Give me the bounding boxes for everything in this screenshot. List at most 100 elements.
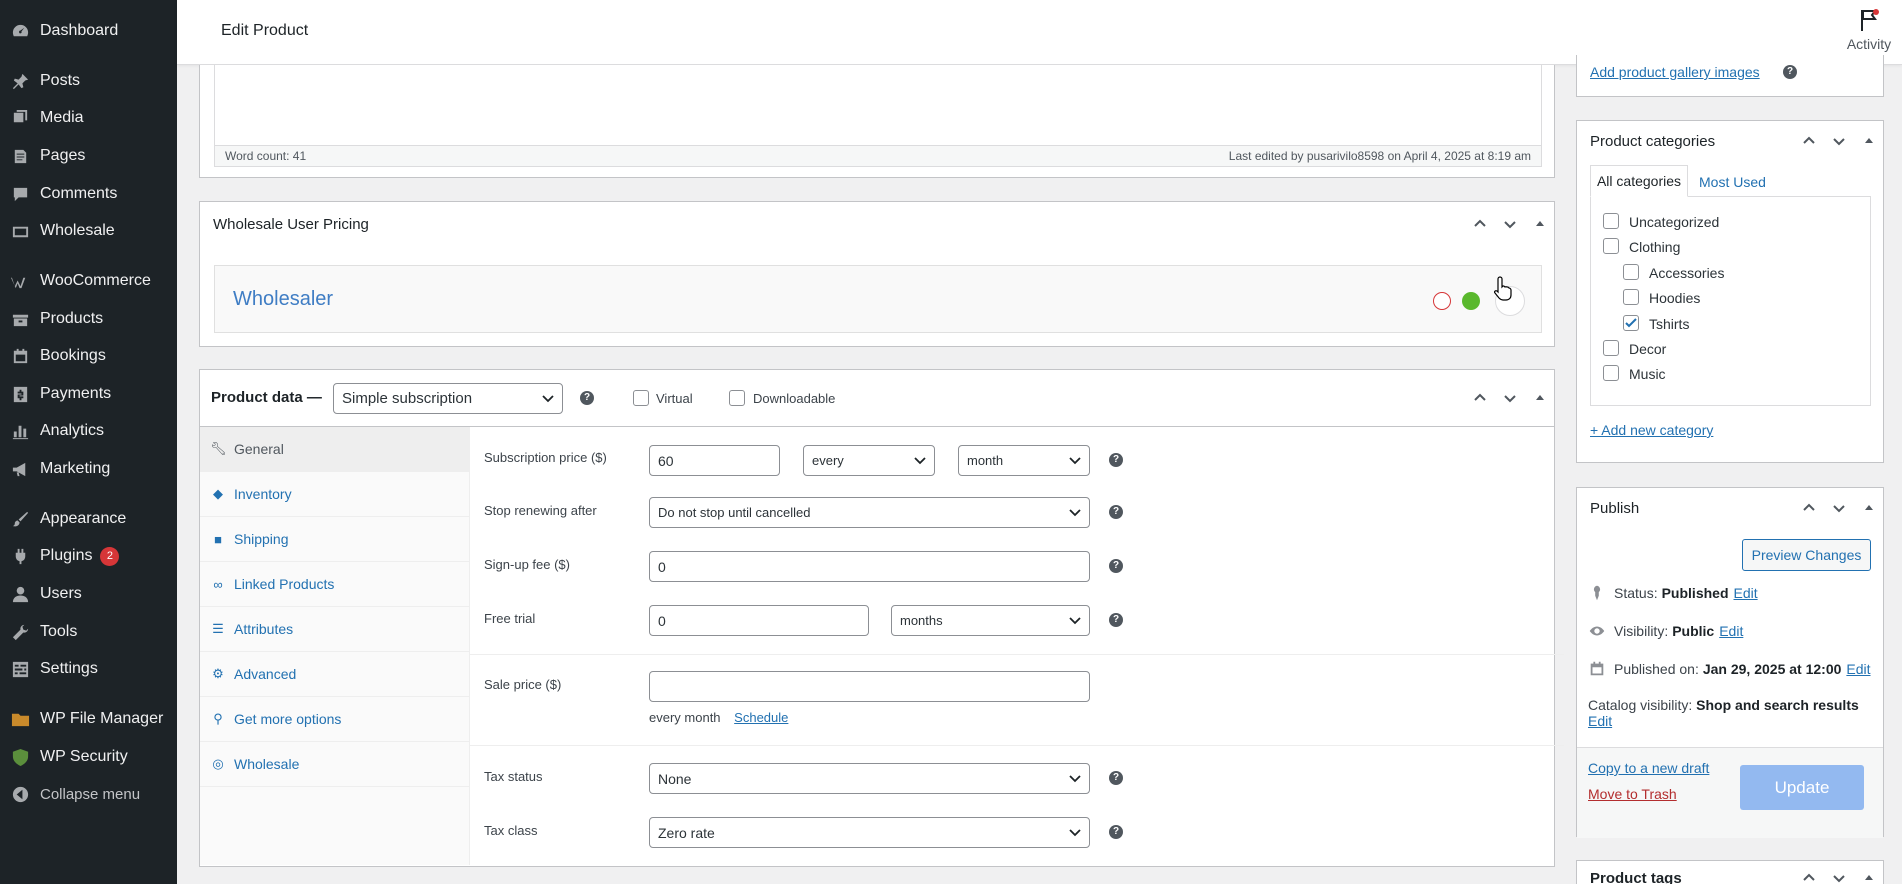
tax-class-select[interactable]: Zero rate xyxy=(649,817,1090,848)
tab-all-categories[interactable]: All categories xyxy=(1590,165,1688,197)
category-checkbox-clothing[interactable] xyxy=(1603,238,1619,254)
category-checkbox-tshirts[interactable] xyxy=(1623,315,1639,331)
chevron-down-icon xyxy=(914,456,926,464)
help-icon[interactable]: ? xyxy=(1783,65,1797,79)
sale-price-suffix: every month Schedule xyxy=(649,710,788,725)
schedule-link[interactable]: Schedule xyxy=(734,710,788,725)
published-value: Jan 29, 2025 at 12:00 xyxy=(1702,661,1842,677)
stop-renewing-select[interactable]: Do not stop until cancelled xyxy=(649,497,1090,528)
collapse-toggle-icon[interactable] xyxy=(1861,870,1877,884)
sidebar-item-comments[interactable]: Comments xyxy=(0,176,177,212)
green-dot-icon[interactable] xyxy=(1462,292,1480,310)
tab-linked-products[interactable]: ∞ Linked Products xyxy=(200,562,470,607)
wholesale-role-row[interactable]: Wholesaler xyxy=(214,265,1542,333)
collapse-toggle-icon[interactable] xyxy=(1861,133,1877,149)
sidebar-item-users[interactable]: Users xyxy=(0,576,177,612)
move-down-icon[interactable] xyxy=(1502,216,1518,232)
move-down-icon[interactable] xyxy=(1831,870,1847,884)
move-down-icon[interactable] xyxy=(1831,133,1847,149)
free-trial-period-select[interactable]: months xyxy=(891,605,1090,636)
payments-icon xyxy=(10,384,30,404)
subscription-price-input[interactable]: 60 xyxy=(649,445,780,476)
sidebar-item-products[interactable]: Products xyxy=(0,301,177,337)
sidebar-item-plugins[interactable]: Plugins 2 xyxy=(0,538,177,574)
checkmark-icon xyxy=(1625,318,1637,328)
sidebar-item-analytics[interactable]: Analytics xyxy=(0,413,177,449)
category-checkbox-music[interactable] xyxy=(1603,365,1619,381)
tab-inventory[interactable]: ◆ Inventory xyxy=(200,472,470,517)
virtual-checkbox[interactable] xyxy=(633,390,649,406)
help-icon[interactable]: ? xyxy=(1109,453,1123,467)
catalog-value: Shop and search results xyxy=(1696,697,1859,713)
collapse-toggle-icon[interactable] xyxy=(1532,390,1548,406)
help-icon[interactable]: ? xyxy=(1109,505,1123,519)
tab-attributes[interactable]: ☰ Attributes xyxy=(200,607,470,652)
billing-period-select[interactable]: month xyxy=(958,445,1090,476)
edit-visibility-link[interactable]: Edit xyxy=(1719,623,1743,639)
move-up-icon[interactable] xyxy=(1801,500,1817,516)
tab-wholesale[interactable]: ◎ Wholesale xyxy=(200,742,470,787)
megaphone-icon xyxy=(10,459,30,479)
sidebar-item-tools[interactable]: Tools xyxy=(0,614,177,650)
sidebar-item-woocommerce[interactable]: WooCommerce xyxy=(0,263,177,299)
sidebar-item-wp-security[interactable]: WP Security xyxy=(0,739,177,775)
billing-interval-select[interactable]: every xyxy=(803,445,935,476)
collapse-toggle-icon[interactable] xyxy=(1861,500,1877,516)
edit-status-link[interactable]: Edit xyxy=(1734,585,1758,601)
category-checkbox-decor[interactable] xyxy=(1603,340,1619,356)
red-circle-icon[interactable] xyxy=(1433,292,1451,310)
category-checkbox-uncategorized[interactable] xyxy=(1603,213,1619,229)
sidebar-item-bookings[interactable]: Bookings xyxy=(0,338,177,374)
edit-date-link[interactable]: Edit xyxy=(1846,661,1870,677)
category-label: Tshirts xyxy=(1649,316,1690,332)
move-down-icon[interactable] xyxy=(1831,500,1847,516)
sidebar-item-payments[interactable]: Payments xyxy=(0,376,177,412)
sidebar-item-dashboard[interactable]: Dashboard xyxy=(0,13,177,49)
edit-catalog-link[interactable]: Edit xyxy=(1588,713,1612,729)
copy-to-draft-link[interactable]: Copy to a new draft xyxy=(1588,760,1709,776)
sidebar-item-marketing[interactable]: Marketing xyxy=(0,451,177,487)
downloadable-checkbox[interactable] xyxy=(729,390,745,406)
sidebar-item-appearance[interactable]: Appearance xyxy=(0,501,177,537)
add-new-category-link[interactable]: + Add new category xyxy=(1590,422,1713,438)
free-trial-length-input[interactable]: 0 xyxy=(649,605,869,636)
activity-button[interactable]: Activity xyxy=(1844,8,1894,52)
tab-advanced[interactable]: ⚙ Advanced xyxy=(200,652,470,697)
sidebar-item-pages[interactable]: Pages xyxy=(0,138,177,174)
category-checkbox-hoodies[interactable] xyxy=(1623,289,1639,305)
help-icon[interactable]: ? xyxy=(1109,559,1123,573)
tab-general[interactable]: 🔧︎ General xyxy=(200,427,470,472)
product-type-select[interactable]: Simple subscription xyxy=(333,383,563,414)
category-checkbox-accessories[interactable] xyxy=(1623,264,1639,280)
tab-get-more-options[interactable]: ⚲ Get more options xyxy=(200,697,470,742)
help-icon[interactable]: ? xyxy=(1109,825,1123,839)
sale-price-input[interactable] xyxy=(649,671,1090,702)
tax-status-select[interactable]: None xyxy=(649,763,1090,794)
update-button[interactable]: Update xyxy=(1740,765,1864,810)
link-icon: ∞ xyxy=(213,576,223,592)
collapse-menu-button[interactable]: Collapse menu xyxy=(0,776,177,812)
move-up-icon[interactable] xyxy=(1472,216,1488,232)
move-to-trash-link[interactable]: Move to Trash xyxy=(1588,786,1677,802)
collapse-toggle-icon[interactable] xyxy=(1532,216,1548,232)
move-down-icon[interactable] xyxy=(1502,390,1518,406)
help-icon[interactable]: ? xyxy=(1109,613,1123,627)
move-up-icon[interactable] xyxy=(1472,390,1488,406)
tab-most-used[interactable]: Most Used xyxy=(1699,174,1766,190)
add-gallery-images-link[interactable]: Add product gallery images xyxy=(1590,64,1760,80)
signup-fee-input[interactable]: 0 xyxy=(649,551,1090,582)
sidebar-item-label: Analytics xyxy=(40,422,105,439)
sidebar-item-posts[interactable]: Posts xyxy=(0,63,177,99)
sidebar-item-wp-file-manager[interactable]: WP File Manager xyxy=(0,701,177,737)
pin-icon xyxy=(1593,585,1601,601)
tab-shipping[interactable]: ■ Shipping xyxy=(200,517,470,562)
plugins-update-badge: 2 xyxy=(100,546,120,566)
help-icon[interactable]: ? xyxy=(1109,771,1123,785)
move-up-icon[interactable] xyxy=(1801,870,1817,884)
sidebar-item-wholesale[interactable]: Wholesale xyxy=(0,213,177,249)
help-icon[interactable]: ? xyxy=(580,391,594,405)
sidebar-item-settings[interactable]: Settings xyxy=(0,651,177,687)
preview-changes-button[interactable]: Preview Changes xyxy=(1742,539,1871,571)
move-up-icon[interactable] xyxy=(1801,133,1817,149)
sidebar-item-media[interactable]: Media xyxy=(0,100,177,136)
